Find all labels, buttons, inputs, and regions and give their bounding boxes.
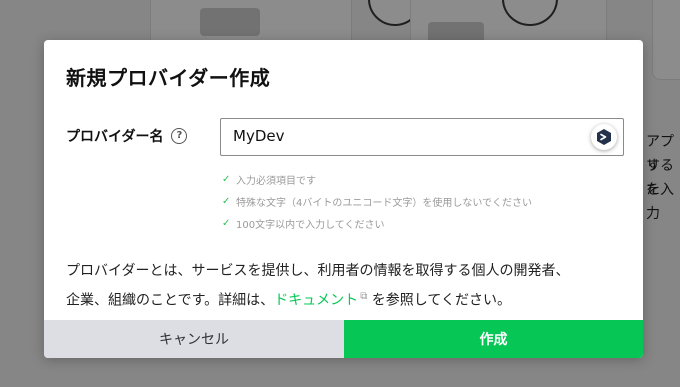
provider-name-label-row: プロバイダー名 ?	[66, 126, 188, 146]
validation-rule-text: 100文字以内で入力してください	[236, 219, 385, 231]
create-button[interactable]: 作成	[344, 320, 643, 358]
extension-icon[interactable]	[591, 124, 617, 150]
provider-name-input[interactable]	[233, 119, 573, 153]
dialog-title: 新規プロバイダー作成	[66, 66, 271, 90]
cancel-button[interactable]: キャンセル	[44, 320, 344, 358]
provider-description: プロバイダーとは、サービスを提供し、利用者の情報を取得する個人の開発者、 企業、…	[66, 258, 626, 314]
check-icon: ✓	[222, 217, 231, 229]
provider-name-label: プロバイダー名	[66, 129, 164, 145]
provider-name-field	[220, 118, 624, 156]
description-line-2: 企業、組織のことです。詳細は、ドキュメント ⧉ を参照してください。	[66, 284, 626, 314]
validation-rule-text: 入力必須項目です	[236, 175, 316, 187]
description-prefix: 企業、組織のことです。詳細は、	[66, 292, 275, 309]
validation-rule: ✓ 入力必須項目です	[222, 168, 532, 190]
external-link-icon: ⧉	[360, 291, 368, 302]
documentation-link[interactable]: ドキュメント	[274, 293, 358, 309]
description-suffix: を参照してください。	[371, 292, 511, 309]
check-icon: ✓	[222, 195, 231, 207]
validation-rule-text: 特殊な文字（4バイトのユニコード文字）を使用しないでください	[236, 197, 533, 209]
validation-rules: ✓ 入力必須項目です ✓ 特殊な文字（4バイトのユニコード文字）を使用しないでく…	[222, 168, 532, 234]
question-circle-icon[interactable]: ?	[171, 128, 188, 144]
create-provider-dialog: 新規プロバイダー作成 プロバイダー名 ? ✓ 入力必須項目です ✓ 特殊な文字（…	[44, 40, 643, 358]
validation-rule: ✓ 100文字以内で入力してください	[222, 212, 532, 234]
description-line-1: プロバイダーとは、サービスを提供し、利用者の情報を取得する個人の開発者、	[66, 263, 570, 279]
check-icon: ✓	[222, 173, 231, 185]
validation-rule: ✓ 特殊な文字（4バイトのユニコード文字）を使用しないでください	[222, 190, 532, 212]
